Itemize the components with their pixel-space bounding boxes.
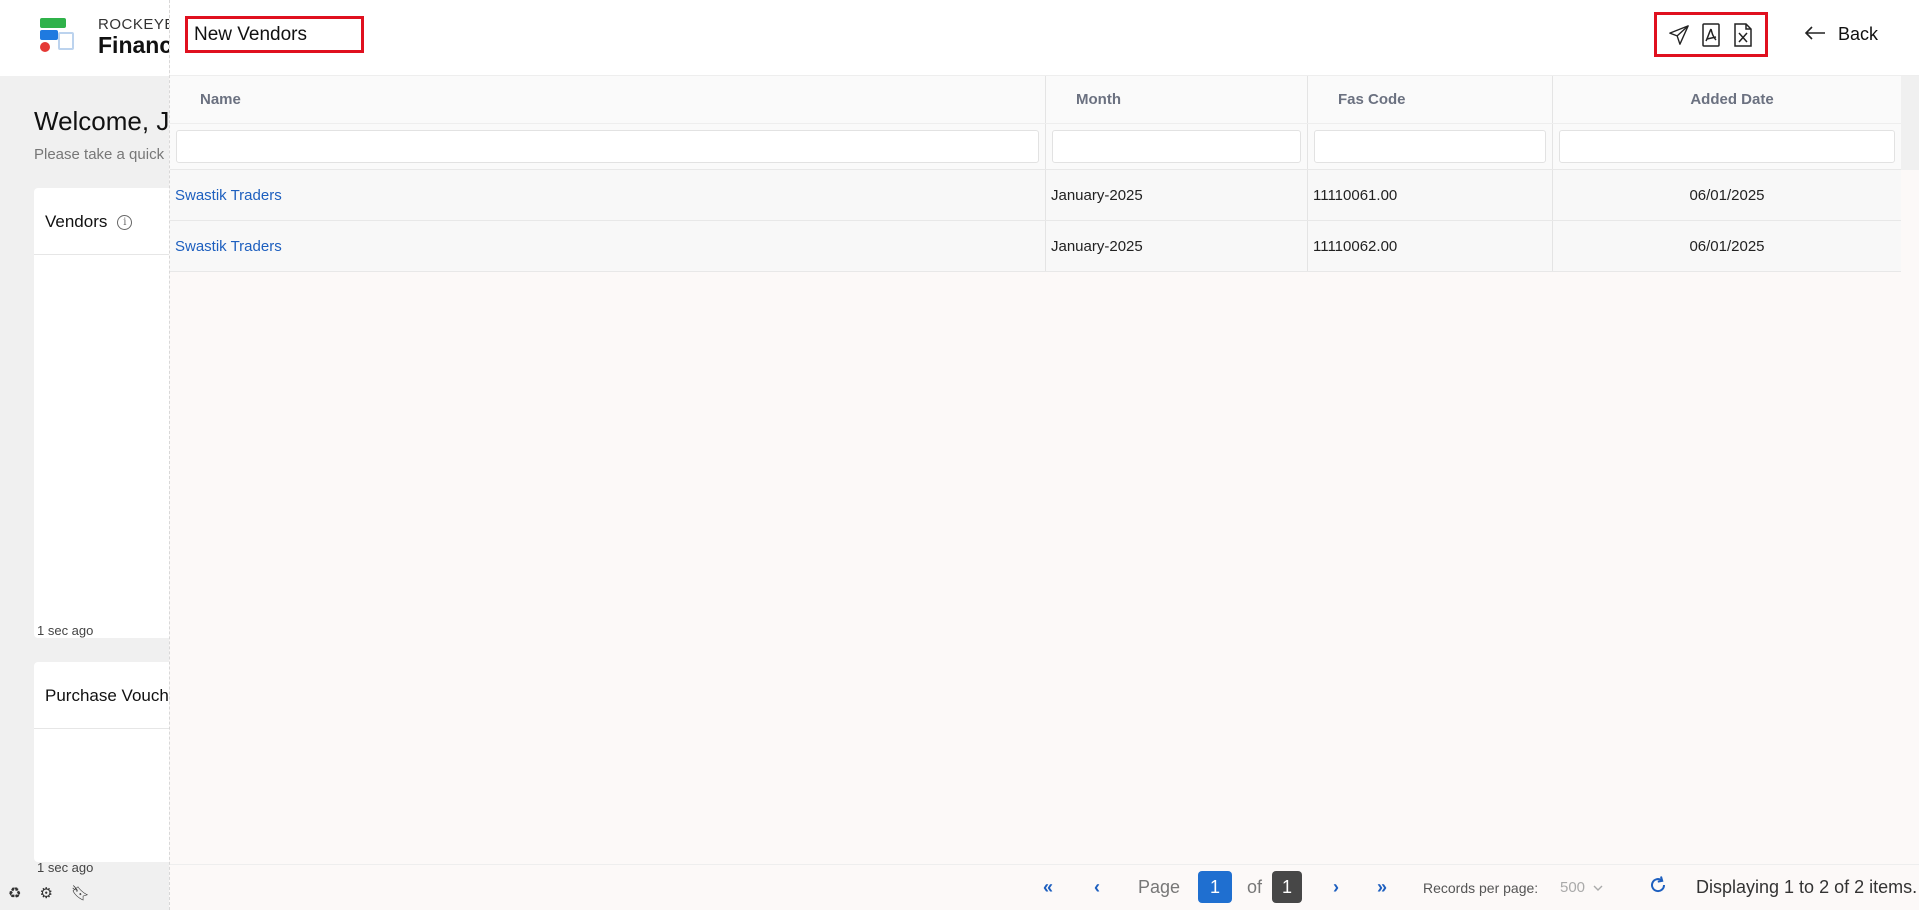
gears-icon[interactable]: ⚙	[39, 884, 52, 902]
column-header-fas-code[interactable]: Fas Code	[1308, 76, 1553, 123]
send-icon[interactable]	[1667, 23, 1691, 47]
chevron-down-icon	[1593, 879, 1603, 896]
fas-code-filter-input[interactable]	[1314, 130, 1546, 163]
new-vendors-drawer: New Vendors Back Name Month Fas Code Add…	[169, 0, 1919, 910]
records-per-page-value: 500	[1560, 879, 1586, 896]
grid-filter-row	[170, 124, 1901, 170]
purchase-voucher-card-title: Purchase Vouch	[45, 686, 169, 705]
back-label: Back	[1838, 24, 1879, 44]
vendors-card-title: Vendors	[45, 212, 108, 231]
excel-icon[interactable]	[1731, 22, 1755, 47]
drawer-title: New Vendors	[194, 23, 308, 45]
welcome-subtext: Please take a quick	[34, 146, 165, 163]
welcome-heading: Welcome, Ja	[34, 106, 184, 136]
bookmark-icon[interactable]: 🔖︎	[71, 884, 90, 902]
table-row: Swastik Traders January-2025 11110062.00…	[170, 221, 1901, 272]
previous-page-icon[interactable]: ‹	[1094, 877, 1100, 898]
column-header-name[interactable]: Name	[170, 76, 1046, 123]
vendors-updated-time: 1 sec ago	[37, 623, 94, 638]
pdf-icon[interactable]	[1699, 22, 1723, 47]
total-pages: 1	[1272, 871, 1302, 903]
month-cell: January-2025	[1046, 221, 1308, 271]
fas-code-cell: 11110061.00	[1308, 170, 1553, 220]
records-per-page-label: Records per page:	[1423, 880, 1539, 896]
grid-header-row: Name Month Fas Code Added Date	[170, 76, 1901, 124]
drawer-header: New Vendors Back	[170, 0, 1919, 76]
vendors-grid: Name Month Fas Code Added Date Swastik T…	[170, 76, 1901, 272]
month-cell: January-2025	[1046, 170, 1308, 220]
records-per-page-select[interactable]: 500	[1560, 879, 1603, 896]
current-page-input[interactable]: 1	[1198, 871, 1232, 903]
fas-code-cell: 11110062.00	[1308, 221, 1553, 271]
purchase-voucher-updated-time: 1 sec ago	[37, 860, 94, 875]
added-date-cell: 06/01/2025	[1689, 237, 1765, 255]
grid-scrollbar[interactable]	[1901, 76, 1919, 170]
recycle-icon[interactable]: ♻	[8, 884, 21, 902]
display-info-text: Displaying 1 to 2 of 2 items.	[1696, 877, 1918, 897]
brand-name-top: ROCKEYE	[98, 16, 175, 33]
bottom-toolbar: ♻ ⚙ 🔖︎	[8, 884, 90, 902]
vendor-name-link[interactable]: Swastik Traders	[175, 187, 282, 204]
added-date-filter-input[interactable]	[1559, 130, 1895, 163]
name-filter-input[interactable]	[176, 130, 1039, 163]
export-actions-highlight	[1654, 12, 1768, 57]
brand-name-main: Financ	[98, 32, 173, 58]
table-row: Swastik Traders January-2025 11110061.00…	[170, 170, 1901, 221]
next-page-icon[interactable]: ›	[1333, 877, 1339, 898]
column-header-added-date[interactable]: Added Date	[1553, 76, 1901, 123]
column-header-month[interactable]: Month	[1046, 76, 1308, 123]
info-icon[interactable]: i	[117, 214, 133, 230]
added-date-cell: 06/01/2025	[1689, 186, 1765, 204]
of-label: of	[1247, 877, 1263, 897]
pagination-bar: « ‹ Page 1 of 1 › » Records per page: 50…	[170, 864, 1919, 910]
month-filter-input[interactable]	[1052, 130, 1301, 163]
vendor-name-link[interactable]: Swastik Traders	[175, 238, 282, 255]
page-label: Page	[1138, 877, 1181, 897]
back-button[interactable]: Back	[1804, 24, 1878, 45]
arrow-left-icon	[1804, 24, 1826, 45]
drawer-title-highlight: New Vendors	[185, 16, 364, 53]
app-logo	[40, 18, 76, 54]
refresh-icon[interactable]	[1648, 875, 1668, 901]
first-page-icon[interactable]: «	[1043, 877, 1053, 898]
last-page-icon[interactable]: »	[1377, 877, 1387, 898]
